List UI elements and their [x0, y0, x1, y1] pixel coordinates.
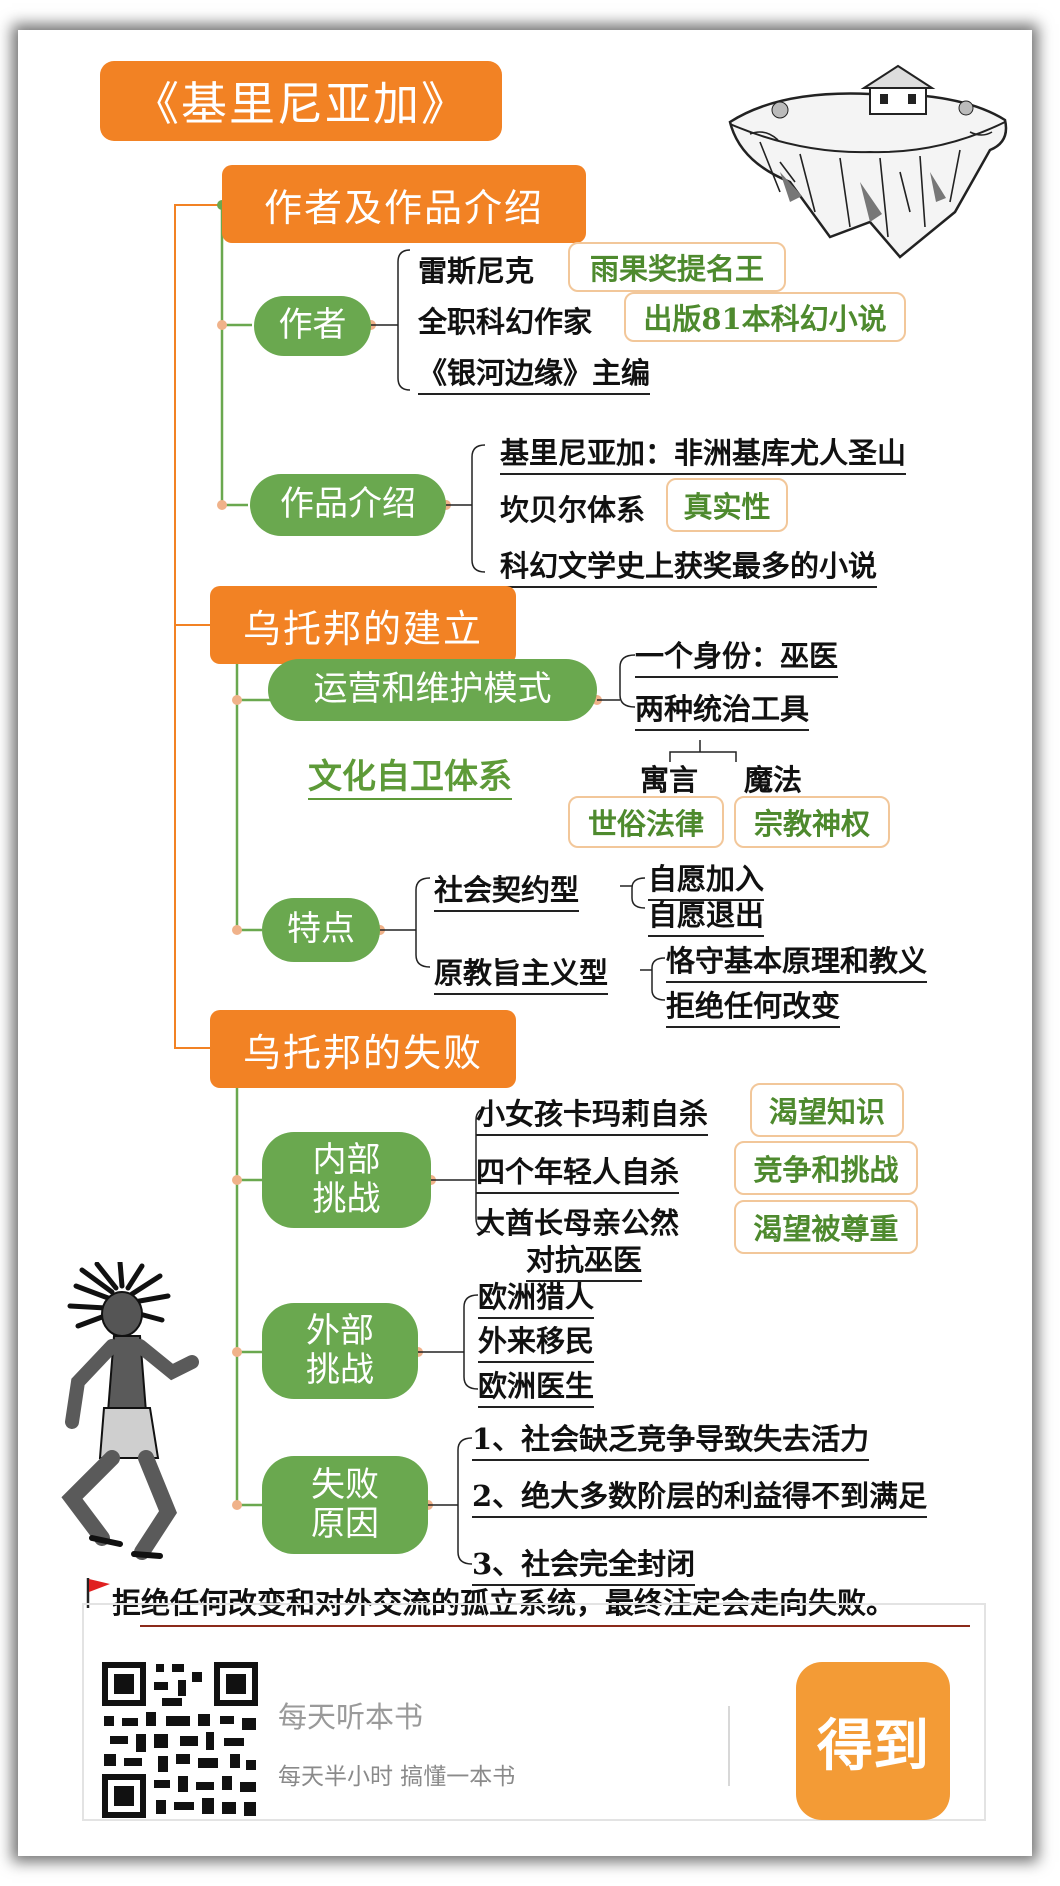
floating-island-illustration — [728, 64, 1008, 259]
app-logo[interactable]: 得到 — [796, 1662, 950, 1820]
author-editor: 《银河边缘》主编 — [418, 350, 651, 395]
reason-2: 2、绝大多数阶层的利益得不到满足 — [472, 1473, 928, 1518]
node-traits: 特点 — [262, 898, 380, 962]
qr-code[interactable] — [102, 1662, 258, 1818]
footer-divider — [728, 1706, 730, 1786]
section-intro: 作者及作品介绍 — [222, 165, 586, 243]
node-work: 作品介绍 — [250, 474, 446, 536]
brand-slogan: 每天半小时 搞懂一本书 — [278, 1764, 516, 1790]
internal-mother-line1: 大酋长母亲公然 — [476, 1206, 680, 1240]
tag-books: 出版81本科幻小说 — [624, 292, 906, 342]
tag-secular-law: 世俗法律 — [568, 796, 724, 848]
section-founding: 乌托邦的建立 — [210, 586, 516, 664]
tag-competition: 竞争和挑战 — [734, 1141, 918, 1195]
work-campbell: 坎贝尔体系 — [500, 493, 646, 527]
ops-identity: 一个身份：巫医 — [635, 633, 839, 678]
tribal-runner-illustration — [61, 1262, 199, 1560]
tag-theocracy: 宗教神权 — [734, 796, 890, 848]
tag-knowledge: 渴望知识 — [750, 1083, 904, 1137]
trait-doctrine: 恪守基本原理和教义 — [666, 938, 928, 983]
external-immigrants: 外来移民 — [478, 1318, 595, 1363]
trait-leave: 自愿退出 — [648, 892, 765, 937]
tag-realism: 真实性 — [666, 478, 788, 532]
work-mountain: 基里尼亚加：非洲基库尤人圣山 — [500, 430, 907, 475]
brand-name: 每天听本书 — [278, 1700, 424, 1734]
ops-tools: 两种统治工具 — [635, 686, 810, 731]
node-reasons: 失败 原因 — [262, 1456, 428, 1554]
external-hunters: 欧洲猎人 — [478, 1274, 595, 1319]
author-profession: 全职科幻作家 — [418, 305, 593, 339]
internal-youths: 四个年轻人自杀 — [476, 1149, 680, 1194]
node-author: 作者 — [254, 296, 371, 356]
culture-defense: 文化自卫体系 — [308, 749, 512, 800]
external-doctors: 欧洲医生 — [478, 1363, 595, 1408]
node-external: 外部 挑战 — [262, 1303, 418, 1399]
tag-respect: 渴望被尊重 — [734, 1200, 918, 1254]
trait-contract: 社会契约型 — [434, 867, 580, 912]
trait-nochange: 拒绝任何改变 — [666, 983, 841, 1028]
author-name: 雷斯尼克 — [418, 254, 535, 288]
section-failure: 乌托邦的失败 — [210, 1010, 516, 1088]
work-awards: 科幻文学史上获奖最多的小说 — [500, 543, 878, 588]
tag-hugo: 雨果奖提名王 — [568, 242, 786, 292]
reason-1: 1、社会缺乏竞争导致失去活力 — [472, 1416, 870, 1461]
node-internal: 内部 挑战 — [262, 1132, 431, 1228]
trait-fundamentalist: 原教旨主义型 — [434, 950, 609, 995]
internal-kamari: 小女孩卡玛莉自杀 — [476, 1091, 709, 1136]
page-title: 《基里尼亚加》 — [100, 61, 502, 141]
node-ops: 运营和维护模式 — [268, 659, 597, 721]
